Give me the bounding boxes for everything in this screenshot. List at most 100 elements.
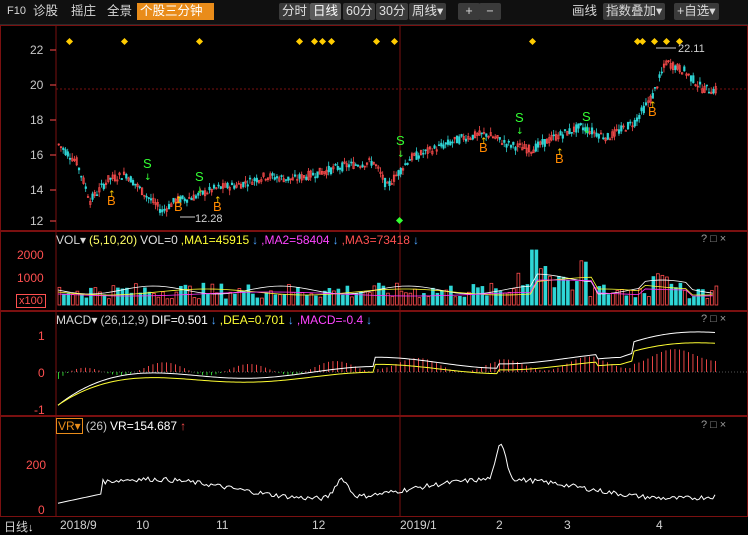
- candlestick: [423, 153, 425, 154]
- macd-histogram-bar: [238, 366, 239, 372]
- volume-bar: [256, 298, 259, 305]
- volume-bar: [297, 287, 300, 305]
- candlestick: [634, 120, 636, 126]
- signal-marker-diamond: [196, 38, 203, 45]
- candlestick: [357, 165, 359, 166]
- signal-marker-diamond: [373, 38, 380, 45]
- candlestick: [276, 176, 278, 178]
- volume-bar: [130, 293, 133, 305]
- up-arrow-icon: ↑: [180, 419, 186, 433]
- volume-bar: [90, 288, 93, 305]
- macd-histogram-bar: [432, 361, 433, 372]
- candlestick: [438, 145, 440, 146]
- down-arrow-icon: ↓: [366, 313, 372, 327]
- candlestick: [103, 184, 105, 189]
- candlestick: [254, 179, 256, 181]
- macd-histogram-bar: [648, 359, 649, 372]
- macd-histogram-bar: [351, 365, 352, 372]
- macd-histogram-bar: [679, 350, 680, 372]
- volume-bar: [153, 293, 156, 305]
- macd-histogram-bar: [616, 366, 617, 372]
- volume-bar: [567, 280, 570, 305]
- volume-bar: [189, 286, 192, 305]
- candlestick: [135, 184, 137, 185]
- candlestick: [553, 135, 555, 136]
- up-arrow-icon: ↑: [649, 101, 657, 111]
- down-arrow-icon: ↓: [516, 127, 524, 137]
- chart-canvas[interactable]: B↑S↓B↑S↓B↑S↓B↑S↓B↑S↓B↑: [0, 0, 748, 533]
- candlestick: [400, 168, 402, 174]
- candlestick: [159, 209, 161, 212]
- macd-histogram-bar: [220, 372, 221, 373]
- macd-panel-controls[interactable]: ?□×: [701, 313, 729, 325]
- volume-bar: [436, 293, 439, 305]
- candlestick: [69, 158, 71, 159]
- candlestick: [218, 185, 220, 186]
- macd-histogram-bar: [382, 369, 383, 372]
- candlestick: [243, 182, 245, 187]
- macd-histogram-bar: [603, 361, 604, 372]
- macd-histogram-bar: [477, 369, 478, 372]
- candlestick: [337, 166, 339, 169]
- macd-dea-value: ,DEA=0.701: [220, 313, 285, 327]
- macd-histogram-bar: [486, 365, 487, 372]
- volume-bar: [589, 297, 592, 305]
- vol-ma3-value: ,MA3=73418: [342, 233, 410, 247]
- period-switch-button[interactable]: 日线↓: [4, 518, 34, 535]
- volume-bar: [526, 285, 529, 305]
- vr-indicator-dropdown[interactable]: VR▾: [56, 418, 83, 434]
- candlestick: [654, 87, 656, 88]
- signal-marker-diamond: [296, 38, 303, 45]
- candlestick: [348, 165, 350, 167]
- candlestick: [351, 162, 353, 163]
- volume-bar: [85, 298, 88, 305]
- volume-bar: [418, 298, 421, 305]
- candlestick: [659, 75, 661, 78]
- macd-histogram-bar: [274, 371, 275, 372]
- volume-bar: [630, 290, 633, 305]
- vol-panel-controls[interactable]: ?□×: [701, 233, 729, 245]
- candlestick: [515, 147, 517, 150]
- volume-bar: [220, 284, 223, 305]
- candlestick: [452, 142, 454, 143]
- candlestick: [510, 145, 512, 147]
- price-tick: 18: [30, 113, 43, 127]
- macd-histogram-bar: [688, 352, 689, 372]
- candlestick: [162, 210, 164, 212]
- candlestick: [130, 177, 132, 183]
- volume-bar: [166, 299, 169, 305]
- candlestick: [110, 178, 112, 179]
- candlestick: [542, 139, 544, 144]
- candlestick: [85, 187, 87, 189]
- macd-histogram-bar: [643, 361, 644, 372]
- vr-params: (26): [86, 419, 107, 433]
- macd-histogram-bar: [666, 350, 667, 372]
- candlestick: [535, 144, 537, 151]
- volume-bar: [175, 292, 178, 305]
- volume-bar: [481, 286, 484, 305]
- macd-indicator-dropdown[interactable]: MACD▾: [56, 313, 97, 327]
- macd-histogram-bar: [589, 356, 590, 372]
- vr-panel-controls[interactable]: ?□×: [701, 419, 729, 431]
- macd-histogram-bar: [94, 369, 95, 372]
- candlestick: [168, 204, 170, 208]
- volume-bar: [310, 294, 313, 305]
- vol-indicator-dropdown[interactable]: VOL▾: [56, 233, 86, 247]
- stock-chart-app: F10 诊股 摇庄 全景 个股三分钟 分时 日线 60分 30分 周线▾ + −…: [0, 0, 748, 533]
- macd-dea-line: [58, 343, 715, 405]
- volume-bar: [144, 288, 147, 305]
- volume-bar: [184, 285, 187, 305]
- volume-bar: [337, 289, 340, 305]
- macd-histogram-bar: [58, 372, 59, 379]
- volume-bar: [108, 299, 111, 305]
- volume-bar: [423, 293, 426, 305]
- down-arrow-icon: ↓: [397, 150, 405, 160]
- volume-bar: [508, 292, 511, 305]
- up-arrow-icon: ↑: [480, 137, 488, 147]
- macd-histogram-bar: [558, 368, 559, 372]
- candlestick: [576, 125, 578, 133]
- vol-params: (5,10,20): [89, 233, 137, 247]
- volume-bar: [666, 277, 669, 305]
- macd-histogram-bar: [310, 369, 311, 372]
- period-label: 日线: [4, 520, 28, 534]
